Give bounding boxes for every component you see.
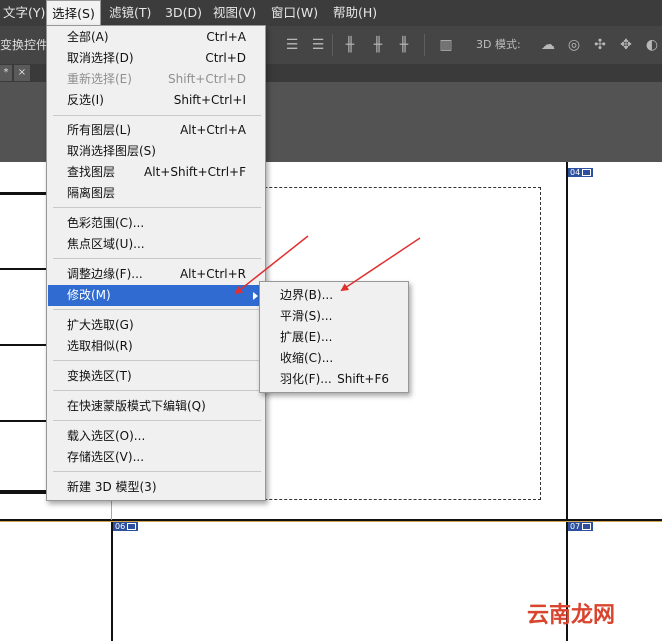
annotation-arrow-icon [234,235,309,295]
watermark-logo: 云南龙网 [527,603,616,628]
annotation-arrow-icon [340,237,421,292]
annotation-overlay [234,235,421,295]
